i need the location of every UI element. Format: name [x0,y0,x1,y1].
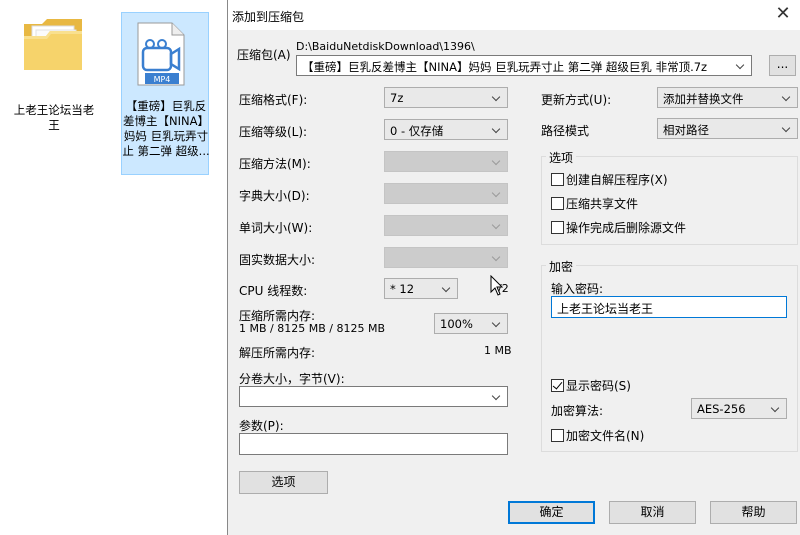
mem-percent-select[interactable]: 100% [434,313,508,334]
archive-label: 压缩包(A) [237,48,291,62]
checkbox-box [551,429,564,442]
chevron-down-icon [736,59,746,71]
checkbox-box [551,221,564,234]
format-value: 7z [390,91,404,105]
archive-path: D:\BaiduNetdiskDownload\1396\ [296,40,475,53]
cpu-value: * 12 [390,282,415,296]
chevron-down-icon [492,390,502,402]
chevron-down-icon [442,282,452,294]
params-label: 参数(P): [239,419,284,433]
mp4-badge: MP4 [153,75,171,84]
format-select[interactable]: 7z [384,87,508,108]
chevron-down-icon [492,91,502,103]
params-input[interactable] [239,433,508,455]
level-select[interactable]: 0 - 仅存储 [384,119,508,140]
title-bar: 添加到压缩包 ✕ [228,0,800,30]
path-label: 路径模式 [541,124,590,138]
desktop-video-file[interactable]: MP4 【重磅】巨乳反差博主【NINA】妈妈 巨乳玩弄寸止 第二弹 超级... [121,12,211,177]
delete-label: 操作完成后删除源文件 [566,221,687,235]
shared-checkbox[interactable]: 压缩共享文件 [551,195,638,211]
chevron-down-icon [492,123,502,135]
chevron-down-icon [492,219,502,231]
format-label: 压缩格式(F): [239,93,308,107]
level-value: 0 - 仅存储 [390,124,444,138]
dict-label: 字典大小(D): [239,189,310,203]
word-select[interactable] [384,215,508,236]
mem-decomp-label: 解压所需内存: [239,346,316,360]
checkbox-box [551,379,564,392]
ok-button[interactable]: 确定 [508,501,595,524]
update-value: 添加并替换文件 [663,92,744,106]
enc-method-value: AES-256 [697,402,746,416]
cpu-select[interactable]: * 12 [384,278,458,299]
archive-name-combo[interactable]: 【重磅】巨乳反差博主【NINA】妈妈 巨乳玩弄寸止 第二弹 超级巨乳 非常顶.7… [296,55,752,76]
method-select[interactable] [384,151,508,172]
password-input[interactable]: 上老王论坛当老王 [551,296,787,318]
chevron-down-icon [771,402,781,414]
mem-decomp-value: 1 MB [484,344,512,357]
dict-select[interactable] [384,183,508,204]
chevron-down-icon [492,317,502,329]
path-value: 相对路径 [663,123,709,137]
update-label: 更新方式(U): [541,93,612,107]
dialog-title: 添加到压缩包 [232,10,305,24]
chevron-down-icon [782,122,792,134]
solid-label: 固实数据大小: [239,253,316,267]
options-group-title: 选项 [546,149,577,166]
browse-button[interactable]: ... [769,55,796,76]
split-label: 分卷大小，字节(V): [239,372,345,386]
split-combo[interactable] [239,386,508,407]
password-label: 输入密码: [551,282,604,296]
help-button[interactable]: 帮助 [710,501,797,524]
mem-percent-value: 100% [440,317,473,331]
show-password-label: 显示密码(S) [566,379,631,393]
chevron-down-icon [492,251,502,263]
shared-label: 压缩共享文件 [566,197,639,211]
chevron-down-icon [782,91,792,103]
encrypt-names-checkbox[interactable]: 加密文件名(N) [551,427,644,443]
chevron-down-icon [492,155,502,167]
level-label: 压缩等级(L): [239,125,308,139]
word-label: 单词大小(W): [239,221,313,235]
encrypt-names-label: 加密文件名(N) [566,429,645,443]
add-to-archive-dialog: 添加到压缩包 ✕ 压缩包(A) D:\BaiduNetdiskDownload\… [227,0,800,535]
encryption-group-title: 加密 [546,258,577,275]
method-label: 压缩方法(M): [239,157,311,171]
checkbox-box [551,173,564,186]
delete-checkbox[interactable]: 操作完成后删除源文件 [551,219,686,235]
mem-comp-value: 1 MB / 8125 MB / 8125 MB [239,322,385,335]
sfx-label: 创建自解压程序(X) [566,173,668,187]
cpu-label: CPU 线程数: [239,284,308,298]
solid-select[interactable] [384,247,508,268]
show-password-checkbox[interactable]: 显示密码(S) [551,377,631,393]
close-icon[interactable]: ✕ [771,3,795,24]
checkbox-box [551,197,564,210]
desktop-folder-label: 上老王论坛当老王 [13,103,95,132]
desktop-video-label: 【重磅】巨乳反差博主【NINA】妈妈 巨乳玩弄寸止 第二弹 超级... [122,99,210,158]
sfx-checkbox[interactable]: 创建自解压程序(X) [551,171,668,187]
cancel-button[interactable]: 取消 [609,501,696,524]
enc-method-select[interactable]: AES-256 [691,398,787,419]
options-button[interactable]: 选项 [239,471,328,494]
mouse-cursor-icon [490,275,504,296]
path-select[interactable]: 相对路径 [657,118,798,139]
update-select[interactable]: 添加并替换文件 [657,87,798,108]
archive-name-value: 【重磅】巨乳反差博主【NINA】妈妈 巨乳玩弄寸止 第二弹 超级巨乳 非常顶.7… [302,60,708,74]
enc-method-label: 加密算法: [551,404,604,418]
chevron-down-icon [492,187,502,199]
folder-icon [24,19,82,70]
